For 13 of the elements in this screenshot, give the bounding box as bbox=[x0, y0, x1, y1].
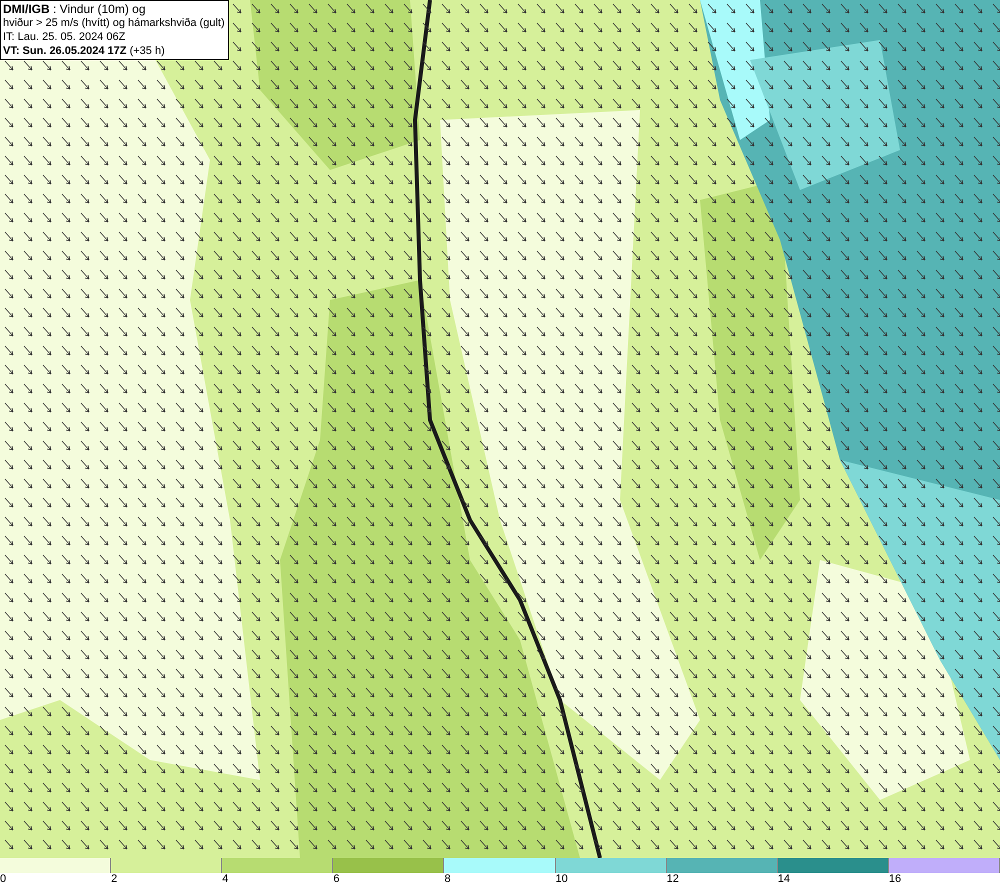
legend-label: 14 bbox=[778, 873, 790, 886]
legend-label: 10 bbox=[556, 873, 568, 886]
legend-label: 2 bbox=[111, 873, 118, 886]
header-text: VT: Sun. 26.05.2024 17Z (+35 h) bbox=[3, 44, 166, 58]
legend-label: 6 bbox=[333, 873, 340, 886]
legend-label: 16 bbox=[888, 873, 902, 886]
legend-label: 8 bbox=[444, 873, 451, 886]
header-text: hviður > 25 m/s (hvítt) og hámarkshviða (gult) bbox=[3, 16, 226, 30]
legend-label: 12 bbox=[666, 873, 679, 886]
legend-label: 4 bbox=[222, 873, 228, 886]
legend-label: 0 bbox=[0, 873, 6, 886]
header-text: IT: Lau. 25. 05. 2024 06Z bbox=[3, 30, 126, 44]
header-text: DMI/IGB : Vindur (10m) og bbox=[3, 2, 146, 16]
